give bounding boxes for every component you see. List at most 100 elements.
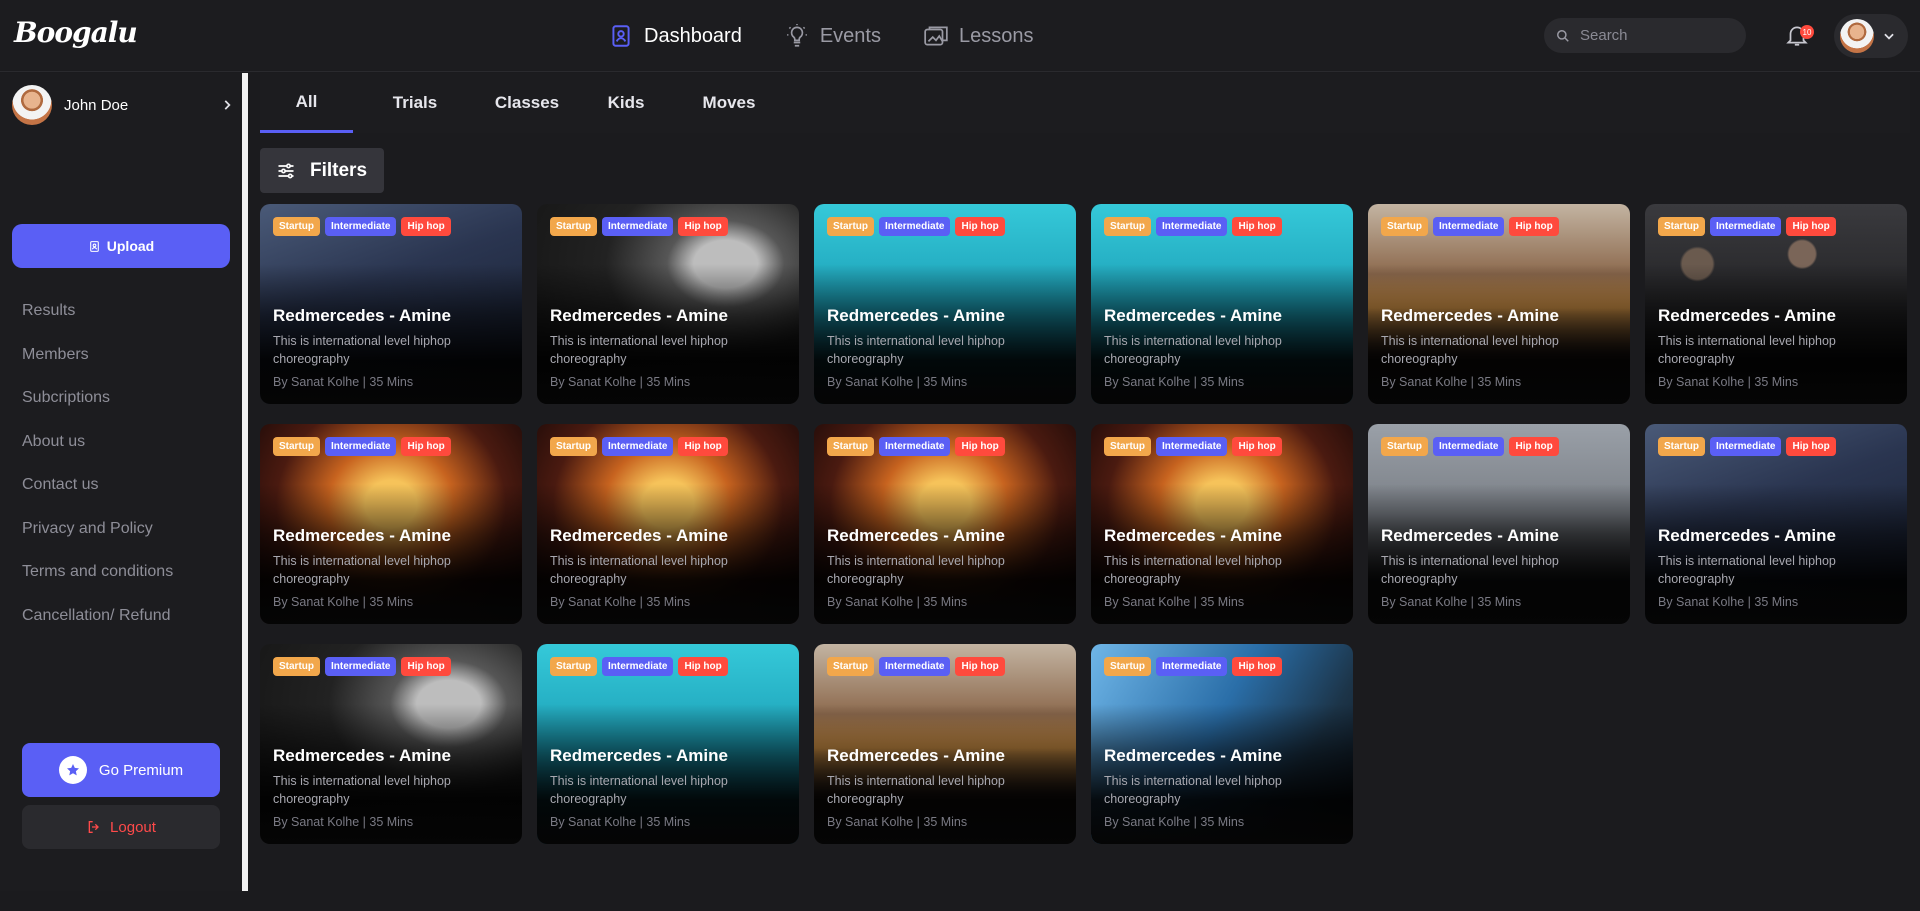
card-description: This is international level hiphop chore…: [1104, 334, 1282, 366]
sidebar-item-subscriptions[interactable]: Subcriptions: [22, 389, 173, 433]
tag-level: Intermediate: [325, 217, 397, 236]
sidebar-divider: [242, 73, 248, 891]
notifications-button[interactable]: 10: [1784, 22, 1814, 50]
nav-lessons[interactable]: Lessons: [923, 23, 1034, 49]
lesson-card[interactable]: Startup Intermediate Hip hop Redmercedes - …: [1091, 644, 1353, 844]
card-description: This is international level hiphop chore…: [1658, 334, 1836, 366]
card-title: Redmercedes - Amine: [550, 746, 728, 765]
lesson-card[interactable]: Startup Intermediate Hip hop Redmercedes - …: [814, 424, 1076, 624]
tab-all[interactable]: All: [260, 73, 353, 133]
tag-startup: Startup: [550, 217, 597, 236]
avatar: [12, 85, 52, 125]
sidebar-item-contact-us[interactable]: Contact us: [22, 476, 173, 520]
logout-icon: [88, 821, 99, 833]
chevron-right-icon: [224, 100, 231, 110]
tag-level: Intermediate: [1710, 437, 1782, 456]
profile-menu-button[interactable]: [1834, 14, 1908, 58]
lesson-card[interactable]: Startup Intermediate Hip hop Redmercedes - …: [260, 644, 522, 844]
lesson-card[interactable]: Startup Intermediate Hip hop Redmercedes - …: [260, 424, 522, 624]
tag-genre: Hip hop: [1786, 217, 1836, 236]
sidebar: John Doe Upload Results Members Subcript…: [0, 73, 242, 891]
lesson-card[interactable]: Startup Intermediate Hip hop Redmercedes - …: [1368, 424, 1630, 624]
sidebar-item-about-us[interactable]: About us: [22, 433, 173, 477]
tag-startup: Startup: [1104, 437, 1151, 456]
card-meta: By Sanat Kolhe | 35 Mins: [1104, 595, 1245, 609]
card-title: Redmercedes - Amine: [550, 306, 728, 325]
card-meta: By Sanat Kolhe | 35 Mins: [1658, 595, 1799, 609]
tag-startup: Startup: [273, 217, 320, 236]
upload-icon: [89, 240, 99, 252]
card-description: This is international level hiphop chore…: [827, 774, 1005, 806]
card-tags: Startup Intermediate Hip hop: [1658, 217, 1836, 236]
tab-classes[interactable]: Classes: [478, 73, 576, 133]
tag-startup: Startup: [827, 217, 874, 236]
lesson-card[interactable]: Startup Intermediate Hip hop Redmercedes - …: [537, 644, 799, 844]
sidebar-item-privacy-policy[interactable]: Privacy and Policy: [22, 520, 173, 564]
lesson-card[interactable]: Startup Intermediate Hip hop Redmercedes - …: [537, 424, 799, 624]
go-premium-label: Go Premium: [98, 761, 184, 779]
tab-trials[interactable]: Trials: [378, 73, 452, 133]
tag-level: Intermediate: [1433, 217, 1505, 236]
card-meta: By Sanat Kolhe | 35 Mins: [273, 375, 414, 389]
search-box[interactable]: [1544, 18, 1746, 53]
sidebar-item-terms[interactable]: Terms and conditions: [22, 563, 173, 607]
card-title: Redmercedes - Amine: [1658, 526, 1836, 545]
lesson-card[interactable]: Startup Intermediate Hip hop Redmercedes - …: [814, 204, 1076, 404]
sidebar-item-members[interactable]: Members: [22, 346, 173, 390]
card-tags: Startup Intermediate Hip hop: [1104, 657, 1282, 676]
card-meta: By Sanat Kolhe | 35 Mins: [1381, 595, 1522, 609]
lesson-card[interactable]: Startup Intermediate Hip hop Redmercedes - …: [1645, 424, 1907, 624]
tag-genre: Hip hop: [1509, 437, 1559, 456]
tag-genre: Hip hop: [1509, 217, 1559, 236]
lesson-card[interactable]: Startup Intermediate Hip hop Redmercedes - …: [1645, 204, 1907, 404]
tag-level: Intermediate: [602, 217, 674, 236]
lesson-card[interactable]: Startup Intermediate Hip hop Redmercedes - …: [537, 204, 799, 404]
tag-level: Intermediate: [1710, 217, 1782, 236]
tag-level: Intermediate: [325, 657, 397, 676]
go-premium-button[interactable]: Go Premium: [22, 743, 220, 797]
user-profile-row[interactable]: John Doe: [12, 85, 234, 125]
card-meta: By Sanat Kolhe | 35 Mins: [1104, 375, 1245, 389]
lesson-card[interactable]: Startup Intermediate Hip hop Redmercedes - …: [814, 644, 1076, 844]
sliders-icon: [278, 163, 294, 178]
card-meta: By Sanat Kolhe | 35 Mins: [550, 815, 691, 829]
card-description: This is international level hiphop chore…: [1104, 774, 1282, 806]
tag-level: Intermediate: [879, 437, 951, 456]
tab-moves[interactable]: Moves: [680, 73, 778, 133]
card-meta: By Sanat Kolhe | 35 Mins: [1104, 815, 1245, 829]
card-description: This is international level hiphop chore…: [550, 334, 728, 366]
sidebar-menu: Results Members Subcriptions About us Co…: [22, 302, 173, 650]
tag-startup: Startup: [550, 657, 597, 676]
sidebar-item-results[interactable]: Results: [22, 302, 173, 346]
chevron-down-icon: [1884, 33, 1894, 40]
card-tags: Startup Intermediate Hip hop: [273, 437, 451, 456]
tag-genre: Hip hop: [955, 657, 1005, 676]
tag-genre: Hip hop: [1232, 657, 1282, 676]
lesson-card[interactable]: Startup Intermediate Hip hop Redmercedes - …: [1091, 424, 1353, 624]
tabs-bar: All Trials Classes Kids Moves: [260, 73, 1910, 133]
sidebar-item-cancellation-refund[interactable]: Cancellation/ Refund: [22, 607, 173, 651]
lesson-card[interactable]: Startup Intermediate Hip hop Redmercedes - …: [1091, 204, 1353, 404]
app-logo[interactable]: Boogalu: [14, 16, 138, 49]
lesson-card[interactable]: Startup Intermediate Hip hop Redmercedes - …: [1368, 204, 1630, 404]
card-tags: Startup Intermediate Hip hop: [273, 657, 451, 676]
card-title: Redmercedes - Amine: [827, 306, 1005, 325]
logout-button[interactable]: Logout: [22, 805, 220, 849]
tab-kids[interactable]: Kids: [590, 73, 662, 133]
card-description: This is international level hiphop chore…: [550, 774, 728, 806]
tag-startup: Startup: [1104, 657, 1151, 676]
search-input[interactable]: [1580, 27, 1730, 44]
filters-button[interactable]: Filters: [260, 148, 384, 193]
tag-level: Intermediate: [1433, 437, 1505, 456]
nav-events[interactable]: Events: [784, 23, 881, 49]
upload-button[interactable]: Upload: [12, 224, 230, 268]
card-title: Redmercedes - Amine: [1381, 306, 1559, 325]
tag-genre: Hip hop: [955, 437, 1005, 456]
nav-dashboard[interactable]: Dashboard: [608, 23, 742, 49]
card-title: Redmercedes - Amine: [827, 526, 1005, 545]
lesson-card[interactable]: Startup Intermediate Hip hop Redmercedes - …: [260, 204, 522, 404]
card-tags: Startup Intermediate Hip hop: [1104, 217, 1282, 236]
tag-startup: Startup: [1658, 437, 1705, 456]
tag-startup: Startup: [1104, 217, 1151, 236]
card-description: This is international level hiphop chore…: [273, 774, 451, 806]
